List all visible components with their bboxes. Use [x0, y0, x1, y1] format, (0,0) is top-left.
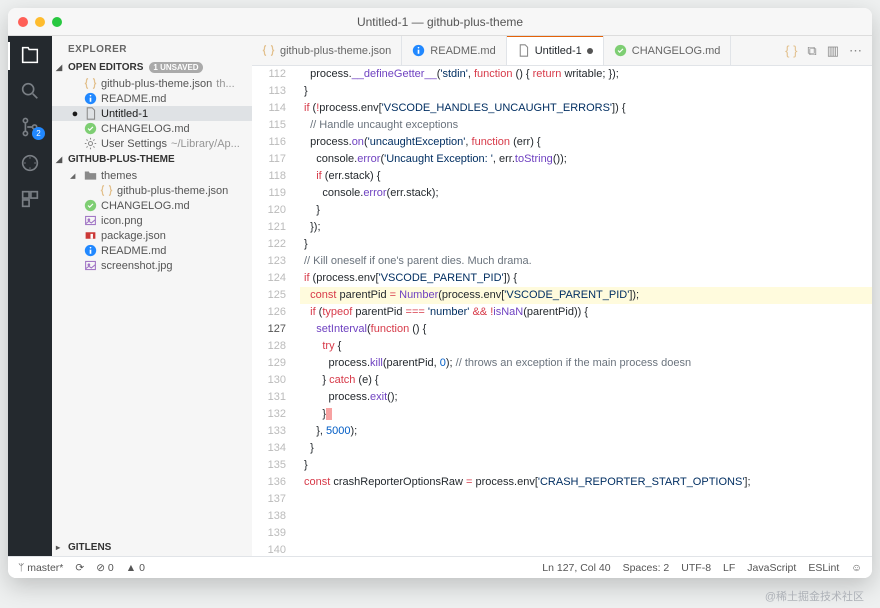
search-icon[interactable]: [19, 80, 41, 102]
tree-item[interactable]: README.md: [52, 243, 252, 258]
window: Untitled-1 — github-plus-theme 2 EXPLORE…: [8, 8, 872, 578]
open-editor-item[interactable]: ●Untitled-1: [52, 106, 252, 121]
debug-icon[interactable]: [19, 152, 41, 174]
file-icon: [84, 137, 97, 150]
file-icon: [84, 92, 97, 105]
body: 2 EXPLORER ◢ OPEN EDITORS 1 UNSAVED gith…: [8, 36, 872, 556]
project-label: GITHUB-PLUS-THEME: [68, 154, 175, 165]
branch[interactable]: ᛘ master*: [18, 562, 63, 574]
code-area[interactable]: process.__defineGetter__('stdin', functi…: [300, 66, 872, 556]
sidebar-title: EXPLORER: [52, 36, 252, 59]
file-icon: [614, 44, 627, 57]
file-icon: [84, 122, 97, 135]
dirty-dot: [587, 48, 593, 54]
open-editor-item[interactable]: github-plus-theme.json th...: [52, 76, 252, 91]
open-editor-item[interactable]: CHANGELOG.md: [52, 121, 252, 136]
cursor-pos[interactable]: Ln 127, Col 40: [542, 562, 610, 574]
tab-label: github-plus-theme.json: [280, 45, 391, 57]
spaces[interactable]: Spaces: 2: [623, 562, 670, 574]
tab[interactable]: github-plus-theme.json: [252, 36, 402, 65]
warnings[interactable]: ▲ 0: [126, 562, 145, 574]
tree-item[interactable]: package.json: [52, 228, 252, 243]
gutter: 1121131141151161171181191201211221231241…: [252, 66, 300, 556]
tree-item[interactable]: icon.png: [52, 213, 252, 228]
file-icon: [100, 184, 113, 197]
titlebar: Untitled-1 — github-plus-theme: [8, 8, 872, 36]
extensions-icon[interactable]: [19, 188, 41, 210]
chevron-down-icon: ◢: [56, 63, 68, 72]
sync[interactable]: ⟳: [75, 562, 84, 574]
language[interactable]: JavaScript: [747, 562, 796, 574]
file-icon: [412, 44, 425, 57]
project-tree: ◢ themes github-plus-theme.json CHANGELOG.m…: [52, 168, 252, 273]
compare-icon[interactable]: ⧉: [807, 43, 816, 59]
activity-bar: 2: [8, 36, 52, 556]
file-icon: [84, 214, 97, 227]
explorer-icon[interactable]: [19, 44, 41, 66]
file-icon: [84, 199, 97, 212]
file-name: CHANGELOG.md: [101, 123, 190, 135]
tab-label: README.md: [430, 45, 495, 57]
file-name: github-plus-theme.json: [101, 78, 212, 90]
file-name: screenshot.jpg: [101, 260, 173, 272]
tab-label: Untitled-1: [535, 45, 582, 57]
file-name: Untitled-1: [101, 108, 148, 120]
watermark: @稀土掘金技术社区: [765, 588, 864, 604]
tab-label: CHANGELOG.md: [632, 45, 721, 57]
file-icon: [84, 229, 97, 242]
open-editors-list: github-plus-theme.json th... README.md●Un…: [52, 76, 252, 151]
open-editors-header[interactable]: ◢ OPEN EDITORS 1 UNSAVED: [52, 59, 252, 76]
tab-bar: github-plus-theme.json README.md Untitled-…: [252, 36, 872, 66]
split-icon[interactable]: ▥: [827, 43, 839, 59]
chevron-down-icon: ◢: [70, 172, 80, 180]
file-name: README.md: [101, 245, 166, 257]
scm-badge: 2: [32, 127, 45, 140]
gitlens-label: GITLENS: [68, 542, 111, 553]
file-name: themes: [101, 170, 137, 182]
file-name: github-plus-theme.json: [117, 185, 228, 197]
file-name: README.md: [101, 93, 166, 105]
file-icon: [84, 169, 97, 182]
unsaved-badge: 1 UNSAVED: [149, 62, 202, 73]
editor[interactable]: 1121131141151161171181191201211221231241…: [252, 66, 872, 556]
file-icon: [84, 259, 97, 272]
errors[interactable]: ⊘ 0: [96, 562, 114, 574]
file-name: CHANGELOG.md: [101, 200, 190, 212]
file-name: icon.png: [101, 215, 143, 227]
tree-item[interactable]: screenshot.jpg: [52, 258, 252, 273]
feedback-icon[interactable]: ☺: [851, 562, 862, 574]
more-icon[interactable]: ⋯: [849, 43, 862, 59]
open-editor-item[interactable]: User Settings ~/Library/Ap...: [52, 136, 252, 151]
sidebar: EXPLORER ◢ OPEN EDITORS 1 UNSAVED github…: [52, 36, 252, 556]
file-icon: [84, 107, 97, 120]
braces-icon[interactable]: { }: [785, 43, 797, 58]
scm-icon[interactable]: 2: [19, 116, 41, 138]
open-editor-item[interactable]: README.md: [52, 91, 252, 106]
tree-item[interactable]: ◢ themes: [52, 168, 252, 183]
file-name: User Settings: [101, 138, 167, 150]
status-bar: ᛘ master* ⟳ ⊘ 0 ▲ 0 Ln 127, Col 40 Space…: [8, 556, 872, 578]
file-icon: [517, 44, 530, 57]
file-icon: [84, 77, 97, 90]
eslint[interactable]: ESLint: [808, 562, 839, 574]
open-editors-label: OPEN EDITORS: [68, 62, 143, 73]
window-title: Untitled-1 — github-plus-theme: [8, 15, 872, 29]
tree-item[interactable]: CHANGELOG.md: [52, 198, 252, 213]
gitlens-header[interactable]: ▸ GITLENS: [52, 539, 252, 556]
tab[interactable]: Untitled-1: [507, 36, 604, 65]
project-header[interactable]: ◢ GITHUB-PLUS-THEME: [52, 151, 252, 168]
encoding[interactable]: UTF-8: [681, 562, 711, 574]
eol[interactable]: LF: [723, 562, 735, 574]
tab[interactable]: CHANGELOG.md: [604, 36, 732, 65]
editor-group: github-plus-theme.json README.md Untitled-…: [252, 36, 872, 556]
file-name: package.json: [101, 230, 166, 242]
chevron-right-icon: ▸: [56, 543, 68, 552]
file-icon: [84, 244, 97, 257]
chevron-down-icon: ◢: [56, 155, 68, 164]
tree-item[interactable]: github-plus-theme.json: [52, 183, 252, 198]
file-icon: [262, 44, 275, 57]
tab[interactable]: README.md: [402, 36, 506, 65]
